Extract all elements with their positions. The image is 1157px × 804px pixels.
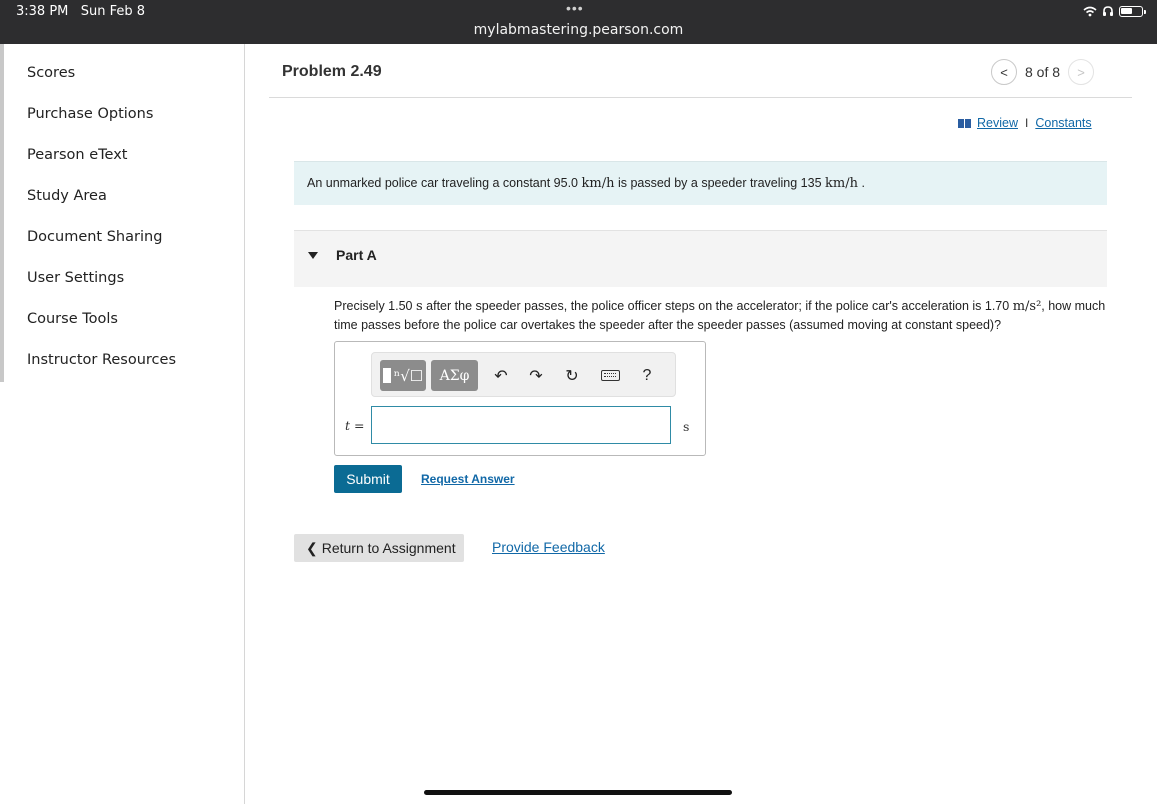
chevron-left-icon: ❮ (306, 539, 318, 556)
system-status (1083, 5, 1146, 17)
return-label: Return to Assignment (321, 540, 456, 556)
equals-sign: = (354, 418, 365, 433)
battery-icon (1119, 5, 1146, 17)
part-label: Part A (336, 247, 377, 263)
variable-name: t (345, 418, 351, 433)
next-problem-button[interactable]: > (1068, 59, 1095, 85)
question-unit-ms2: m/s² (1012, 299, 1042, 314)
book-icon (958, 118, 971, 128)
radical-icon: ⁿ√☐ (393, 366, 424, 385)
resource-links: Review I Constants (958, 116, 1092, 130)
keyboard-icon (600, 370, 620, 381)
prev-problem-button[interactable]: < (991, 59, 1017, 85)
greek-symbols-button[interactable]: ΑΣφ (431, 360, 478, 391)
review-link[interactable]: Review (977, 116, 1018, 130)
status-time: 3:38 PM Sun Feb 8 (16, 4, 145, 19)
question-a: Precisely 1.50 (334, 299, 413, 313)
template-block-icon (382, 368, 391, 383)
link-separator: I (1025, 116, 1029, 130)
page-title: Problem 2.49 (282, 63, 382, 80)
collapse-triangle-icon[interactable] (308, 252, 318, 259)
answer-box: ⁿ√☐ ΑΣφ ↶ ↷ ↻ ? t = s (334, 341, 706, 456)
sidebar-divider (0, 44, 4, 382)
problem-count: 8 of 8 (1025, 64, 1061, 80)
home-indicator[interactable] (424, 790, 732, 795)
headphones-icon (1103, 6, 1113, 16)
intro-unit-2: km/h (825, 176, 858, 191)
sidebar-item-pearson-etext[interactable]: Pearson eText (27, 147, 127, 163)
clock: 3:38 PM (16, 4, 69, 19)
keyboard-button[interactable] (597, 360, 623, 391)
submit-button[interactable]: Submit (334, 465, 402, 493)
request-answer-link[interactable]: Request Answer (421, 472, 515, 486)
sidebar-item-course-tools[interactable]: Course Tools (27, 311, 118, 327)
answer-variable-label: t = (345, 418, 365, 433)
header-divider (269, 97, 1132, 98)
address-bar[interactable]: mylabmastering.pearson.com (0, 22, 1157, 38)
sidebar-item-study-area[interactable]: Study Area (27, 188, 107, 204)
problem-pager: < 8 of 8 > (991, 59, 1095, 85)
intro-text-b: is passed by a speeder traveling 135 (617, 176, 822, 190)
constants-link[interactable]: Constants (1035, 116, 1091, 130)
sidebar-item-purchase-options[interactable]: Purchase Options (27, 106, 153, 122)
sidebar-item-instructor-resources[interactable]: Instructor Resources (27, 352, 176, 368)
intro-end: . (861, 176, 865, 190)
status-bar: 3:38 PM Sun Feb 8 ••• mylabmastering.pea… (0, 0, 1157, 44)
return-to-assignment-button[interactable]: ❮ Return to Assignment (294, 534, 464, 562)
wifi-icon (1083, 6, 1097, 16)
date: Sun Feb 8 (80, 4, 146, 19)
answer-unit: s (683, 419, 690, 434)
multitask-dots-icon[interactable]: ••• (566, 0, 584, 16)
answer-input[interactable] (371, 406, 671, 444)
undo-icon[interactable]: ↶ (488, 360, 514, 391)
help-button[interactable]: ? (634, 360, 660, 391)
sidebar-item-document-sharing[interactable]: Document Sharing (27, 229, 162, 245)
reset-icon[interactable]: ↻ (559, 360, 585, 391)
intro-unit-1: km/h (581, 176, 615, 191)
provide-feedback-link[interactable]: Provide Feedback (492, 539, 605, 555)
sidebar-item-scores[interactable]: Scores (27, 65, 75, 81)
redo-icon[interactable]: ↷ (523, 360, 549, 391)
question-text: Precisely 1.50 s after the speeder passe… (334, 297, 1109, 334)
templates-button[interactable]: ⁿ√☐ (380, 360, 426, 391)
math-toolbar: ⁿ√☐ ΑΣφ ↶ ↷ ↻ ? (371, 352, 676, 397)
sidebar-item-user-settings[interactable]: User Settings (27, 270, 124, 286)
question-unit-s: s (416, 299, 423, 314)
intro-text-a: An unmarked police car traveling a const… (307, 176, 578, 190)
part-a-header[interactable]: Part A (294, 230, 1107, 287)
main-content: Problem 2.49 < 8 of 8 > Review I Constan… (245, 44, 1157, 804)
problem-intro: An unmarked police car traveling a const… (294, 161, 1107, 205)
sidebar: Scores Purchase Options Pearson eText St… (0, 44, 245, 804)
question-b: after the speeder passes, the police off… (426, 299, 1010, 313)
